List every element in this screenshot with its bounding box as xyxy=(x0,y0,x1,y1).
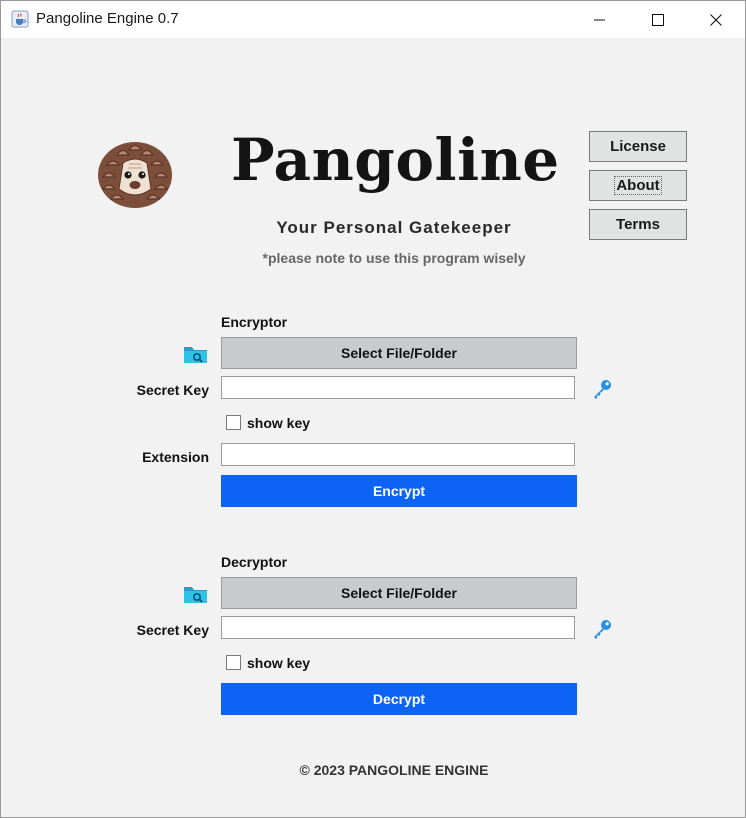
decrypt-button[interactable]: Decrypt xyxy=(221,683,577,715)
minimize-icon xyxy=(594,19,605,20)
pangolin-mascot-icon xyxy=(98,142,172,208)
key-icon[interactable] xyxy=(591,618,613,640)
decrypt-show-key-checkbox[interactable] xyxy=(226,655,241,670)
decrypt-secret-key-label: Secret Key xyxy=(136,622,209,638)
license-button[interactable]: License xyxy=(589,131,687,162)
main-panel: Pangoline Your Personal Gatekeeper *plea… xyxy=(1,38,745,817)
maximize-icon xyxy=(652,13,664,26)
license-button-label: License xyxy=(610,138,666,155)
terms-button-label: Terms xyxy=(616,216,660,233)
decryptor-title: Decryptor xyxy=(221,554,288,570)
title-bar[interactable]: Pangoline Engine 0.7 xyxy=(1,1,745,38)
usage-note: *please note to use this program wisely xyxy=(262,250,526,266)
encrypt-select-file-button[interactable]: Select File/Folder xyxy=(221,337,577,369)
decrypt-secret-key-input[interactable] xyxy=(221,616,575,639)
terms-button[interactable]: Terms xyxy=(589,209,687,240)
encrypt-show-key-label[interactable]: show key xyxy=(247,415,310,431)
window-title: Pangoline Engine 0.7 xyxy=(36,10,179,27)
encrypt-button[interactable]: Encrypt xyxy=(221,475,577,507)
folder-search-icon[interactable] xyxy=(183,583,209,605)
app-window: Pangoline Engine 0.7 Pangoline Your Pers… xyxy=(0,0,746,818)
decrypt-show-key-label[interactable]: show key xyxy=(247,655,310,671)
extension-label: Extension xyxy=(142,449,209,465)
key-icon[interactable] xyxy=(591,378,613,400)
minimize-button[interactable] xyxy=(571,1,629,38)
encryptor-title: Encryptor xyxy=(221,314,288,330)
encrypt-show-key-checkbox[interactable] xyxy=(226,415,241,430)
about-button-label: About xyxy=(614,176,662,195)
copyright-footer: © 2023 PANGOLINE ENGINE xyxy=(299,762,489,778)
encrypt-secret-key-label: Secret Key xyxy=(136,382,209,398)
tagline: Your Personal Gatekeeper xyxy=(276,218,512,237)
brand-title: Pangoline xyxy=(231,126,560,194)
close-button[interactable] xyxy=(687,1,745,38)
encrypt-secret-key-input[interactable] xyxy=(221,376,575,399)
java-cup-icon xyxy=(11,10,29,28)
decrypt-select-file-button[interactable]: Select File/Folder xyxy=(221,577,577,609)
extension-input[interactable] xyxy=(221,443,575,466)
maximize-button[interactable] xyxy=(629,1,687,38)
about-button[interactable]: About xyxy=(589,170,687,201)
close-icon xyxy=(710,13,722,26)
folder-search-icon[interactable] xyxy=(183,343,209,365)
